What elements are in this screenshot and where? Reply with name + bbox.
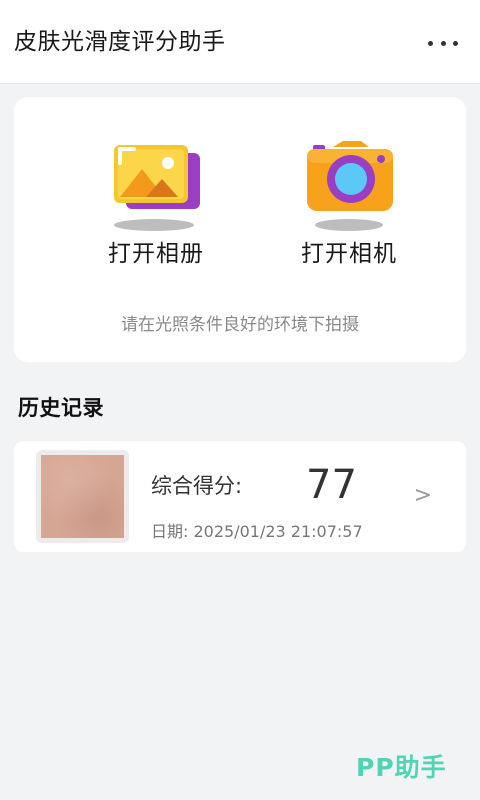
- camera-icon: [307, 141, 393, 231]
- menu-dot: [428, 40, 433, 46]
- app-title: 皮肤光滑度评分助手: [14, 29, 226, 55]
- photo-album-icon: [114, 145, 200, 231]
- menu-dot: [440, 40, 446, 46]
- history-section-title: 历史记录: [18, 396, 104, 420]
- skin-thumbnail-image: [41, 455, 124, 538]
- open-album-button[interactable]: 打开相册: [81, 137, 231, 277]
- score-value: 77: [306, 462, 357, 508]
- open-album-label: 打开相册: [108, 241, 204, 267]
- more-menu-icon[interactable]: [428, 30, 458, 56]
- pp-assistant-watermark: PP助手: [356, 753, 447, 782]
- record-date: 日期: 2025/01/23 21:07:57: [151, 522, 363, 541]
- lighting-hint: 请在光照条件良好的环境下拍摄: [121, 315, 359, 335]
- skin-thumbnail-frame: [36, 450, 129, 543]
- score-label: 综合得分:: [151, 474, 243, 498]
- history-item[interactable]: 综合得分: 77 日期: 2025/01/23 21:07:57 >: [14, 441, 466, 552]
- chevron-right-icon[interactable]: >: [414, 481, 432, 511]
- open-camera-button[interactable]: 打开相机: [274, 137, 424, 277]
- menu-dot: [453, 40, 458, 46]
- open-camera-label: 打开相机: [301, 241, 397, 267]
- app-bar: 皮肤光滑度评分助手: [0, 0, 480, 84]
- capture-card: 打开相册 打开相机 请在光照条件良好的环境下拍摄: [14, 97, 466, 362]
